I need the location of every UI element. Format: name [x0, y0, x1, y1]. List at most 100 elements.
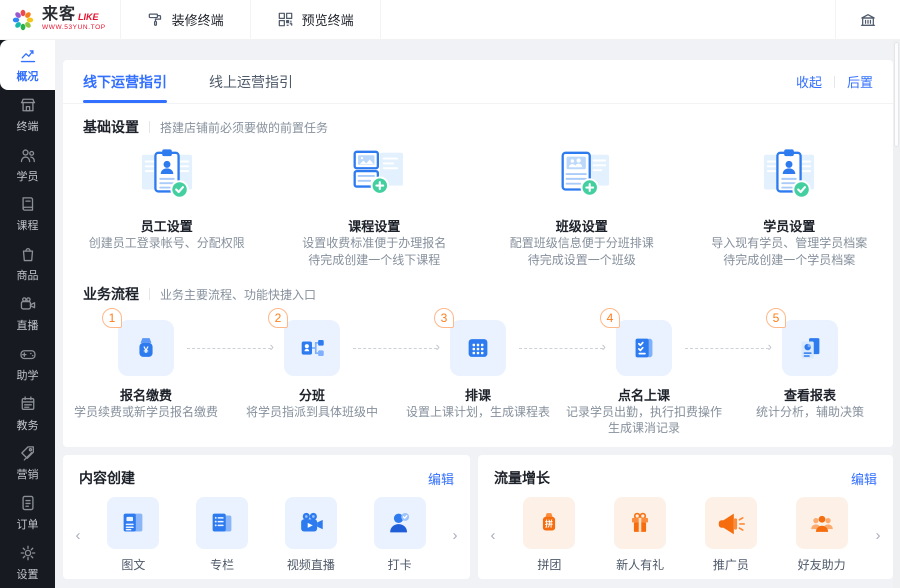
step-number-badge: 5 — [766, 308, 786, 328]
brand-text: 来客 LIKE WWW.53YUN.TOP — [42, 7, 106, 32]
item-column[interactable]: 专栏 — [196, 497, 249, 573]
sidebar-item-label: 助学 — [16, 369, 39, 382]
links-divider — [833, 75, 835, 88]
item-friend-boost[interactable]: 好友助力 — [795, 497, 848, 573]
section-title: 业务流程 — [83, 286, 139, 302]
collapse-link[interactable]: 收起 — [796, 72, 822, 91]
homepage-button[interactable] — [836, 0, 900, 39]
sidebar-item-orders[interactable]: 订单 — [0, 488, 55, 538]
settings-gear-icon — [20, 545, 35, 561]
tab-label: 线下运营指引 — [83, 73, 167, 90]
step-class-assignment[interactable]: 2 分班 将学员指派到具体班级中 — [229, 308, 395, 436]
class-setup-icon — [561, 151, 609, 197]
sidebar-item-label: 课程 — [16, 220, 39, 233]
checkin-icon — [389, 512, 409, 533]
sidebar-item-goods[interactable]: 商品 — [0, 239, 55, 289]
business-flow-steps: 1 ¥ 报名缴费 学员续费或新学员报名缴费 2 — [63, 304, 893, 436]
step-title: 分班 — [298, 388, 325, 403]
preview-terminal-button[interactable]: 预览终端 — [251, 0, 380, 39]
svg-text:¥: ¥ — [143, 345, 149, 355]
brand-logo[interactable]: 来客 LIKE WWW.53YUN.TOP — [0, 0, 120, 39]
card-class-setup[interactable]: 班级设置 配置班级信息便于分班排课 待完成设置一个班级 — [478, 147, 686, 269]
step-desc: 记录学员出勤，执行扣费操作 — [565, 405, 722, 419]
sidebar-item-terminal[interactable]: 终端 — [0, 90, 55, 140]
step-reports[interactable]: 5 查看报表 统计分析，辅助决策 — [727, 308, 893, 436]
sidebar-item-marketing[interactable]: 营销 — [0, 439, 55, 489]
preview-terminal-label: 预览终端 — [301, 13, 354, 28]
sidebar-item-label: 订单 — [16, 519, 39, 532]
paint-roller-icon — [148, 13, 161, 26]
edit-link[interactable]: 编辑 — [851, 469, 877, 488]
left-sidebar: 概况 终端 学员 课程 商品 直播 助学 教务 营销 订单 设置 — [0, 40, 55, 588]
step-number-badge: 4 — [600, 308, 620, 328]
item-article[interactable]: 图文 — [107, 497, 160, 573]
card-staff-setup[interactable]: 员工设置 创建员工登录帐号、分配权限 — [63, 147, 271, 269]
tab-online-guide[interactable]: 线上运营指引 — [209, 60, 293, 103]
step-icon-tile: 4 — [600, 308, 672, 376]
item-checkin[interactable]: 打卡 — [373, 497, 426, 573]
header-divider — [379, 0, 381, 40]
tab-offline-guide[interactable]: 线下运营指引 — [83, 60, 167, 103]
brand-subtitle: WWW.53YUN.TOP — [42, 24, 106, 32]
sidebar-item-label: 学员 — [16, 170, 39, 183]
goods-bag-icon — [22, 248, 33, 262]
sidebar-item-students[interactable]: 学员 — [0, 140, 55, 190]
carousel-prev-icon[interactable]: ‹ — [67, 527, 89, 544]
item-video-live[interactable]: 视频直播 — [284, 497, 337, 573]
step-desc: 统计分析，辅助决策 — [755, 405, 864, 419]
edit-link[interactable]: 编辑 — [428, 469, 454, 488]
carousel-next-icon[interactable]: › — [867, 527, 889, 544]
step-rollcall[interactable]: 4 点名上课 记录学员出勤，执行扣费操作 生成课消记录 — [561, 308, 727, 436]
brand-name: 来客 — [42, 6, 77, 24]
step-enrollment-payment[interactable]: 1 ¥ 报名缴费 学员续费或新学员报名缴费 — [63, 308, 229, 436]
sidebar-item-overview[interactable]: 概况 — [0, 40, 55, 90]
send-back-link[interactable]: 后置 — [847, 72, 873, 91]
qr-code-icon — [278, 12, 292, 27]
sidebar-item-label: 教务 — [16, 419, 39, 432]
sidebar-item-academic[interactable]: 教务 — [0, 389, 55, 439]
card-student-setup[interactable]: 学员设置 导入现有学员、管理学员档案 待完成创建一个学员档案 — [686, 147, 894, 269]
item-newcomer-gift[interactable]: 新人有礼 — [614, 497, 667, 573]
decorate-terminal-button[interactable]: 装修终端 — [121, 0, 250, 39]
sidebar-item-live[interactable]: 直播 — [0, 289, 55, 339]
groupbuy-bag-icon: 拼 — [543, 513, 556, 531]
panel-head: 内容创建 编辑 — [63, 455, 470, 488]
guide-actions: 收起 后置 — [796, 72, 873, 91]
card-desc: 创建员工登录帐号、分配权限 — [88, 236, 245, 250]
item-promoter[interactable]: 推广员 — [704, 497, 757, 573]
item-tile — [373, 497, 426, 549]
live-camera-icon — [20, 297, 35, 310]
card-desc: 待完成设置一个班级 — [527, 253, 636, 267]
schedule-calendar-icon — [468, 339, 488, 357]
card-title: 员工设置 — [140, 219, 193, 234]
item-tile — [196, 497, 249, 549]
sidebar-item-courses[interactable]: 课程 — [0, 189, 55, 239]
item-tile — [284, 497, 337, 549]
step-number-badge: 1 — [102, 308, 122, 328]
carousel-prev-icon[interactable]: ‹ — [482, 527, 504, 544]
card-desc: 配置班级信息便于分班排课 — [509, 236, 654, 250]
card-desc: 待完成创建一个线下课程 — [308, 253, 441, 267]
step-title: 报名缴费 — [119, 388, 172, 403]
item-tile: 拼 — [523, 497, 576, 549]
card-title: 班级设置 — [555, 219, 608, 234]
step-number-badge: 2 — [268, 308, 288, 328]
item-label: 打卡 — [387, 558, 412, 572]
scrollbar[interactable] — [893, 40, 900, 588]
card-course-setup[interactable]: 课程设置 设置收费标准便于办理报名 待完成创建一个线下课程 — [271, 147, 479, 269]
step-scheduling[interactable]: 3 排课 设置上课计划，生成课程表 — [395, 308, 561, 436]
item-groupbuy[interactable]: 拼 拼团 — [523, 497, 576, 573]
growth-carousel: ‹ 拼 拼团 新人有礼 推广员 好友助力 › — [478, 488, 893, 573]
sidebar-item-label: 终端 — [16, 120, 39, 133]
sidebar-item-settings[interactable]: 设置 — [0, 538, 55, 588]
step-title: 查看报表 — [783, 388, 836, 403]
sidebar-item-study-aid[interactable]: 助学 — [0, 339, 55, 389]
section-subtitle: 搭建店铺前必须要做的前置任务 — [160, 120, 329, 135]
carousel-next-icon[interactable]: › — [444, 527, 466, 544]
pinwheel-logo-icon — [12, 9, 34, 30]
panel-title: 内容创建 — [79, 470, 135, 486]
basic-settings-cards: 员工设置 创建员工登录帐号、分配权限 课程设置 设置收费标准便于办理报名 待完成… — [63, 137, 893, 271]
building-home-icon — [860, 13, 876, 26]
card-desc: 待完成创建一个学员档案 — [723, 253, 856, 267]
scrollbar-thumb[interactable] — [894, 42, 899, 147]
